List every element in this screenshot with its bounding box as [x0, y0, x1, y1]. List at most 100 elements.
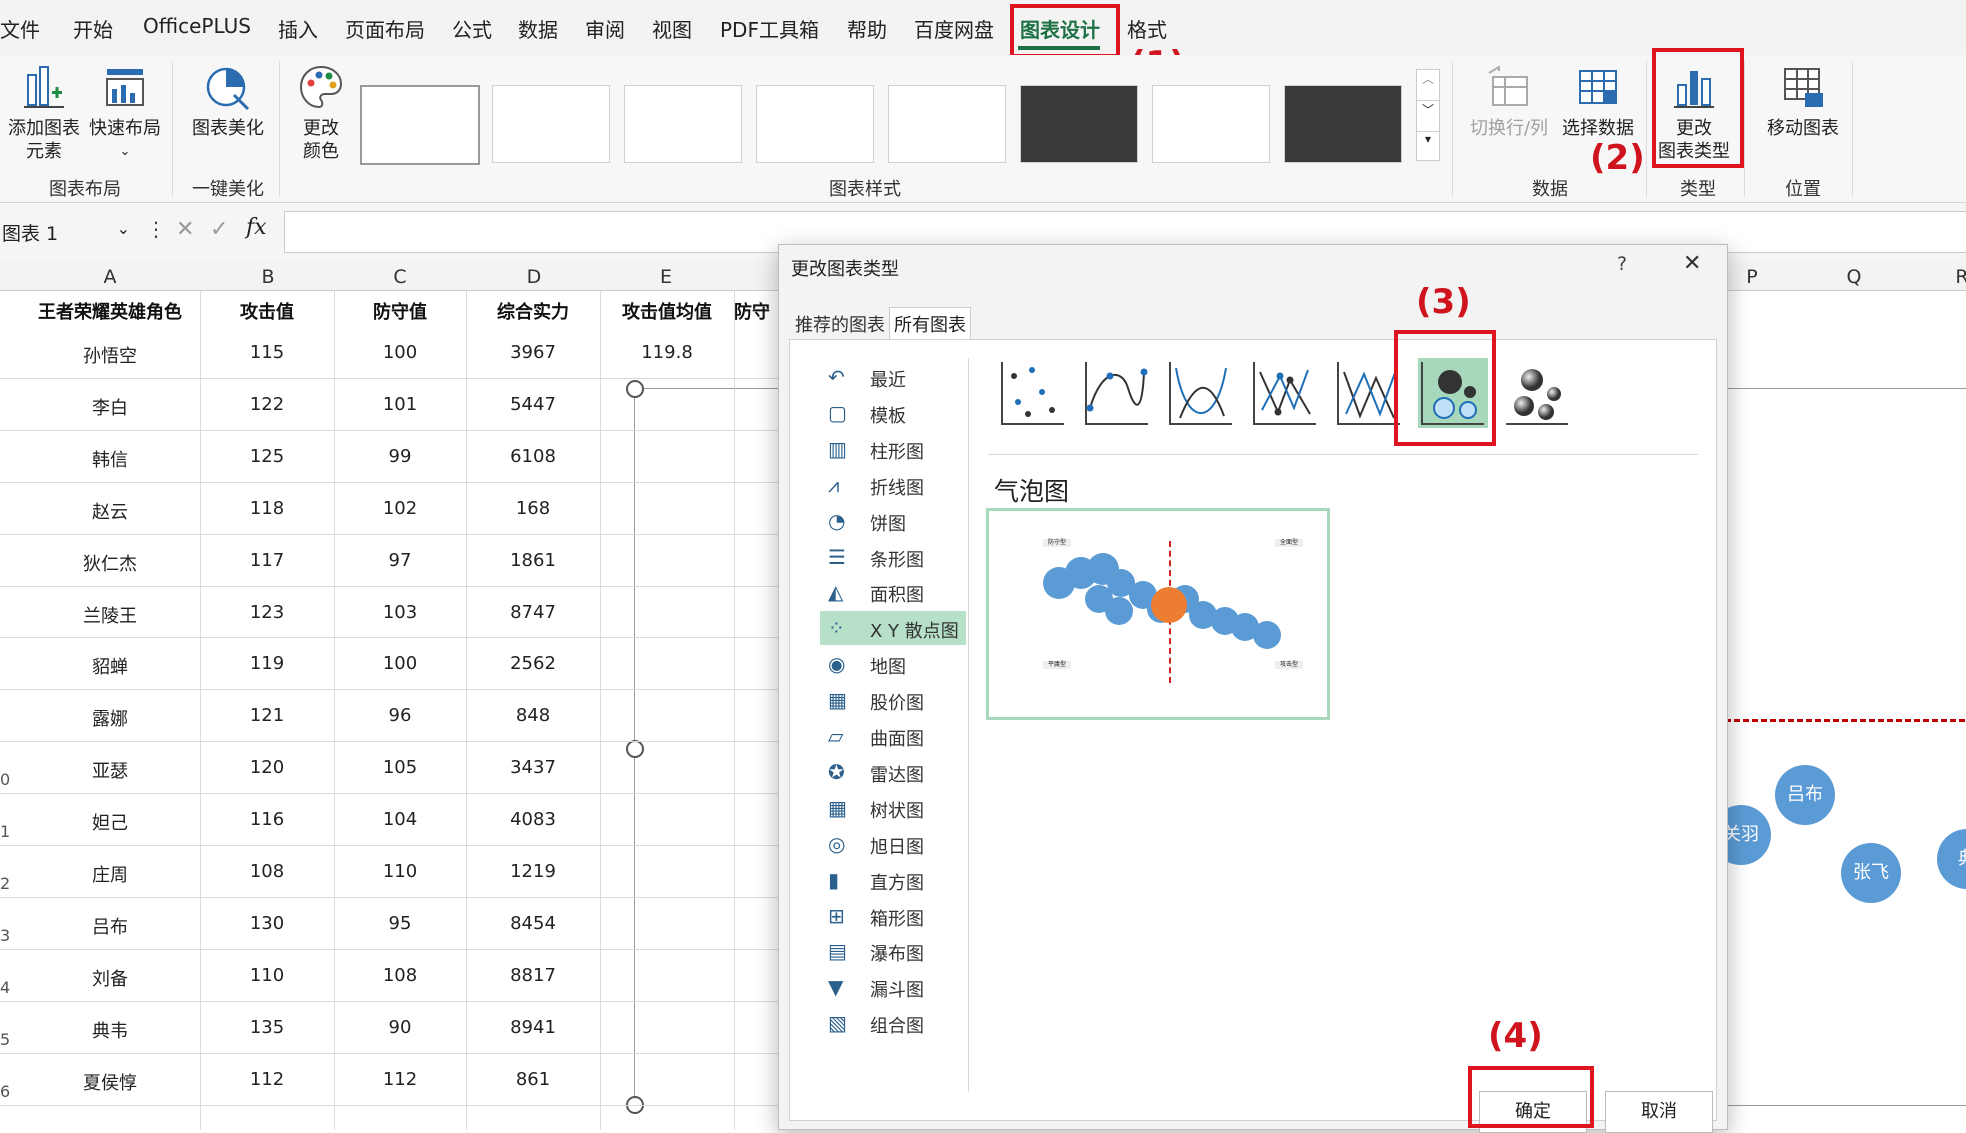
function-icon[interactable]: fx [246, 215, 267, 240]
header-cell-strength[interactable]: 综合实力 [466, 298, 600, 324]
table-cell[interactable]: 103 [334, 602, 466, 623]
chevron-down-icon[interactable]: ﹀ [1417, 100, 1439, 131]
chart-type-item[interactable]: ◎ 旭日图 [820, 827, 966, 861]
table-cell[interactable]: 90 [334, 1017, 466, 1038]
chart-style-7[interactable] [1152, 85, 1270, 163]
table-cell[interactable]: 104 [334, 809, 466, 830]
tab-all-charts[interactable]: 所有图表 [889, 307, 971, 340]
chart-type-item[interactable]: ▮ 直方图 [820, 863, 966, 897]
table-cell[interactable]: 125 [200, 446, 334, 467]
chart-type-item[interactable]: ☰ 条形图 [820, 540, 966, 574]
chart-style-1[interactable] [360, 85, 480, 165]
table-cell[interactable]: 117 [200, 550, 334, 571]
table-cell[interactable]: 122 [200, 394, 334, 415]
table-cell[interactable]: 101 [334, 394, 466, 415]
table-cell[interactable]: 100 [334, 653, 466, 674]
chart-type-item[interactable]: ▼ 漏斗图 [820, 970, 966, 1004]
chart-type-item[interactable]: ▦ 树状图 [820, 791, 966, 825]
table-cell[interactable]: 120 [200, 757, 334, 778]
table-cell[interactable]: 狄仁杰 [20, 550, 200, 576]
table-cell[interactable]: 3437 [466, 757, 600, 778]
column-header-q[interactable]: Q [1834, 266, 1874, 288]
menu-home[interactable]: 开始 [73, 14, 113, 43]
menu-data[interactable]: 数据 [518, 14, 558, 43]
header-cell-defense[interactable]: 防守值 [334, 298, 466, 324]
chart-type-item[interactable]: ▥ 柱形图 [820, 432, 966, 466]
table-cell[interactable]: 121 [200, 705, 334, 726]
confirm-icon[interactable]: ✓ [210, 217, 228, 242]
table-cell[interactable]: 108 [334, 965, 466, 986]
table-cell[interactable]: 112 [200, 1069, 334, 1090]
table-cell[interactable]: 典韦 [20, 1017, 200, 1043]
select-data-button[interactable]: 选择数据 [1556, 63, 1640, 140]
menu-insert[interactable]: 插入 [278, 14, 318, 43]
table-cell[interactable]: 102 [334, 498, 466, 519]
menu-review[interactable]: 审阅 [585, 14, 625, 43]
table-cell[interactable]: 861 [466, 1069, 600, 1090]
column-header-c[interactable]: C [380, 266, 420, 288]
table-cell[interactable]: 100 [334, 342, 466, 363]
table-cell[interactable]: 110 [334, 861, 466, 882]
table-cell[interactable]: 135 [200, 1017, 334, 1038]
menu-format[interactable]: 格式 [1127, 14, 1167, 43]
table-cell[interactable]: 112 [334, 1069, 466, 1090]
chart-type-item[interactable]: ▧ 组合图 [820, 1006, 966, 1040]
header-cell-hero[interactable]: 王者荣耀英雄角色 [20, 298, 200, 324]
chart-type-item[interactable]: ▦ 股价图 [820, 683, 966, 717]
chart-bubble[interactable]: 典 [1937, 829, 1966, 889]
table-cell[interactable]: 105 [334, 757, 466, 778]
chart-type-item[interactable]: ◔ 饼图 [820, 504, 966, 538]
chart-type-item[interactable]: ↶ 最近 [820, 360, 966, 394]
cancel-icon[interactable]: ✕ [176, 217, 194, 242]
chart-type-item[interactable]: ◭ 面积图 [820, 575, 966, 609]
table-cell[interactable]: 吕布 [20, 913, 200, 939]
menu-officeplus[interactable]: OfficePLUS [143, 14, 251, 38]
table-cell[interactable]: 1219 [466, 861, 600, 882]
table-cell[interactable]: 8454 [466, 913, 600, 934]
table-cell[interactable]: 108 [200, 861, 334, 882]
quick-layout-button[interactable]: 快速布局 ⌄ [88, 63, 162, 163]
add-chart-element-button[interactable]: 添加图表 元素 [4, 63, 84, 163]
chart-style-4[interactable] [756, 85, 874, 163]
table-cell[interactable]: 97 [334, 550, 466, 571]
chart-preview[interactable]: 防守型 全面型 平庸型 攻击型 [986, 508, 1330, 720]
table-cell[interactable]: 貂蝉 [20, 653, 200, 679]
table-cell[interactable]: 119.8 [600, 342, 734, 363]
chart-style-3[interactable] [624, 85, 742, 163]
chart-type-item[interactable]: ◉ 地图 [820, 647, 966, 681]
chart-type-item[interactable]: ⁘ X Y 散点图 [820, 611, 966, 646]
chart-type-item[interactable]: ▢ 模板 [820, 396, 966, 430]
column-header-r[interactable]: R [1942, 266, 1966, 288]
table-cell[interactable]: 848 [466, 705, 600, 726]
chart-style-2[interactable] [492, 85, 610, 163]
table-cell[interactable]: 妲己 [20, 809, 200, 835]
table-cell[interactable]: 119 [200, 653, 334, 674]
chart-type-item[interactable]: ▱ 曲面图 [820, 719, 966, 753]
table-cell[interactable]: 110 [200, 965, 334, 986]
chart-type-item[interactable]: ⩘ 折线图 [820, 468, 966, 502]
table-cell[interactable]: 露娜 [20, 705, 200, 731]
more-options-icon[interactable]: ⋮ [146, 217, 166, 241]
switch-row-column-button[interactable]: 切换行/列 [1464, 63, 1554, 140]
column-header-p[interactable]: P [1732, 266, 1772, 288]
menu-baidu-pan[interactable]: 百度网盘 [914, 14, 994, 43]
chevron-down-icon[interactable]: ⌄ [117, 219, 130, 238]
table-cell[interactable]: 亚瑟 [20, 757, 200, 783]
chart-bubble[interactable]: 吕布 [1775, 765, 1835, 825]
menu-file[interactable]: 文件 [0, 14, 40, 43]
table-cell[interactable]: 96 [334, 705, 466, 726]
chart-beautify-button[interactable]: 图表美化 [184, 63, 272, 140]
table-cell[interactable]: 韩信 [20, 446, 200, 472]
column-header-b[interactable]: B [248, 266, 288, 288]
table-cell[interactable]: 6108 [466, 446, 600, 467]
table-cell[interactable]: 夏侯惇 [20, 1069, 200, 1095]
menu-pdf-tools[interactable]: PDF工具箱 [720, 14, 819, 43]
subtype-smooth-line[interactable] [1166, 358, 1236, 428]
table-cell[interactable]: 123 [200, 602, 334, 623]
chart-type-item[interactable]: ▤ 瀑布图 [820, 934, 966, 968]
column-header-a[interactable]: A [90, 266, 130, 288]
tab-recommended-charts[interactable]: 推荐的图表 [795, 311, 885, 337]
gallery-more-icon[interactable]: ▾ [1417, 131, 1439, 160]
table-cell[interactable]: 2562 [466, 653, 600, 674]
table-cell[interactable]: 李白 [20, 394, 200, 420]
